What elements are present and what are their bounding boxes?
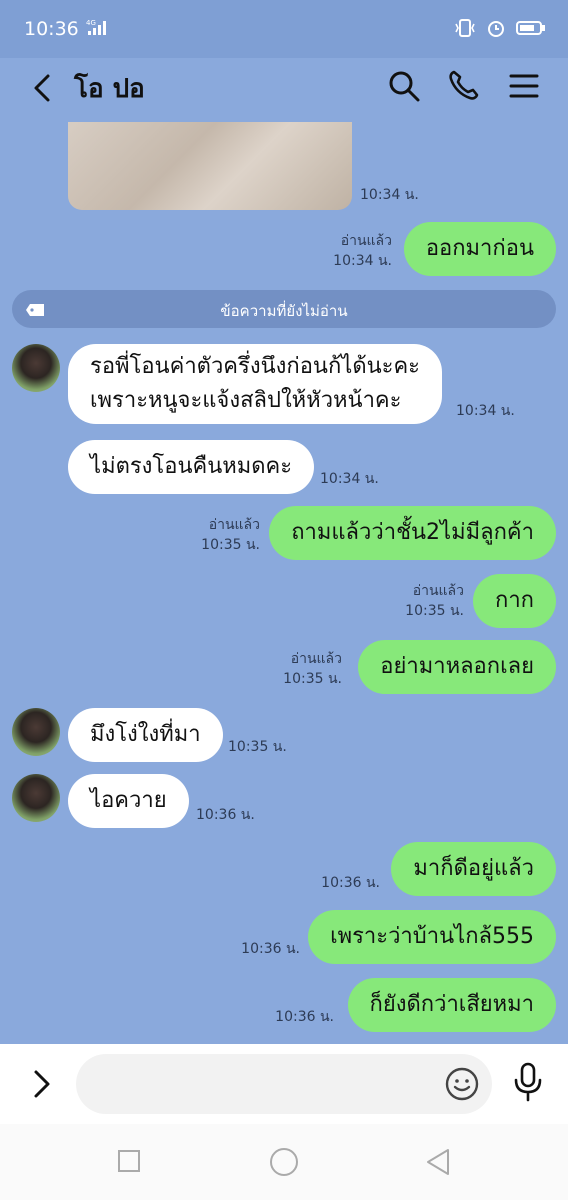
contact-avatar[interactable] [12, 774, 60, 822]
emoji-icon[interactable] [444, 1066, 480, 1106]
incoming-message-bubble[interactable]: ไม่ตรงโอนคืนหมดคะ [68, 440, 315, 494]
outgoing-message-bubble[interactable]: มาก็ดีอยู่แล้ว [391, 842, 556, 896]
chat-header: โอ ปอ [0, 58, 568, 122]
unread-divider: ข้อความที่ยังไม่อ่าน [12, 290, 556, 328]
message-line: รอพี่โอนค่าตัวครึ่งนึงก่อนก้ได้นะคะ [90, 354, 420, 379]
message-time: 10:35 น. [283, 671, 342, 687]
read-status: อ่านแล้ว [208, 517, 260, 533]
outgoing-message-bubble[interactable]: ออกมาก่อน [403, 222, 556, 276]
incoming-message-bubble[interactable]: ไอควาย [68, 774, 189, 828]
search-icon[interactable] [386, 68, 422, 104]
message-time: 10:34 น. [320, 471, 379, 487]
incoming-message-bubble[interactable]: มึงโง่ใงที่มา [68, 708, 223, 762]
outgoing-message-bubble[interactable]: เพราะว่าบ้านไกล้555 [308, 910, 556, 964]
chevron-right-icon[interactable] [26, 1066, 58, 1106]
system-nav-bar [0, 1124, 568, 1200]
signal-icon: 4G [86, 18, 108, 40]
message-time: 10:36 น. [196, 807, 255, 823]
outgoing-message-bubble[interactable]: ถามแล้วว่าชั้น2ไม่มีลูกค้า [269, 506, 556, 560]
recent-apps-icon[interactable] [116, 1146, 142, 1180]
message-time: 10:35 น. [201, 537, 260, 553]
read-status: อ่านแล้ว [290, 651, 342, 667]
message-time: 10:35 น. [405, 603, 464, 619]
incoming-message-bubble[interactable]: รอพี่โอนค่าตัวครึ่งนึงก่อนก้ได้นะคะ เพรา… [68, 344, 442, 424]
message-input-bar [0, 1044, 568, 1124]
message-time: 10:34 น. [360, 187, 419, 203]
message-line: เพราะหนูจะแจ้งสลิปให้หัวหน้าคะ [90, 388, 402, 413]
message-time: 10:34 น. [333, 253, 392, 269]
chat-area[interactable]: 10:34 น. อ่านแล้ว 10:34 น. ออกมาก่อน ข้อ… [0, 122, 568, 1044]
message-time: 10:36 น. [275, 1009, 334, 1025]
phone-icon[interactable] [446, 68, 482, 104]
svg-text:4G: 4G [86, 19, 96, 27]
vibrate-icon [454, 18, 476, 42]
contact-name[interactable]: โอ ปอ [74, 68, 145, 109]
outgoing-message-bubble[interactable]: กาก [473, 574, 556, 628]
outgoing-message-bubble[interactable]: ก็ยังดีกว่าเสียหมา [347, 978, 556, 1032]
image-message[interactable] [68, 122, 352, 210]
microphone-icon[interactable] [512, 1062, 544, 1108]
message-time: 10:34 น. [456, 403, 515, 419]
outgoing-message-bubble[interactable]: อย่ามาหลอกเลย [358, 640, 556, 694]
status-time: 10:36 [24, 18, 79, 40]
alarm-icon [486, 18, 506, 42]
back-arrow-icon[interactable] [24, 68, 64, 108]
message-time: 10:36 น. [321, 875, 380, 891]
menu-icon[interactable] [506, 68, 542, 104]
unread-divider-label: ข้อความที่ยังไม่อ่าน [220, 302, 348, 320]
home-icon[interactable] [268, 1146, 300, 1182]
contact-avatar[interactable] [12, 344, 60, 392]
message-input[interactable] [76, 1054, 492, 1114]
status-bar: 10:36 4G [0, 0, 568, 58]
message-time: 10:36 น. [241, 941, 300, 957]
read-status: อ่านแล้ว [340, 233, 392, 249]
back-nav-icon[interactable] [424, 1146, 452, 1182]
contact-avatar[interactable] [12, 708, 60, 756]
read-status: อ่านแล้ว [412, 583, 464, 599]
battery-icon [516, 19, 546, 41]
message-time: 10:35 น. [228, 739, 287, 755]
